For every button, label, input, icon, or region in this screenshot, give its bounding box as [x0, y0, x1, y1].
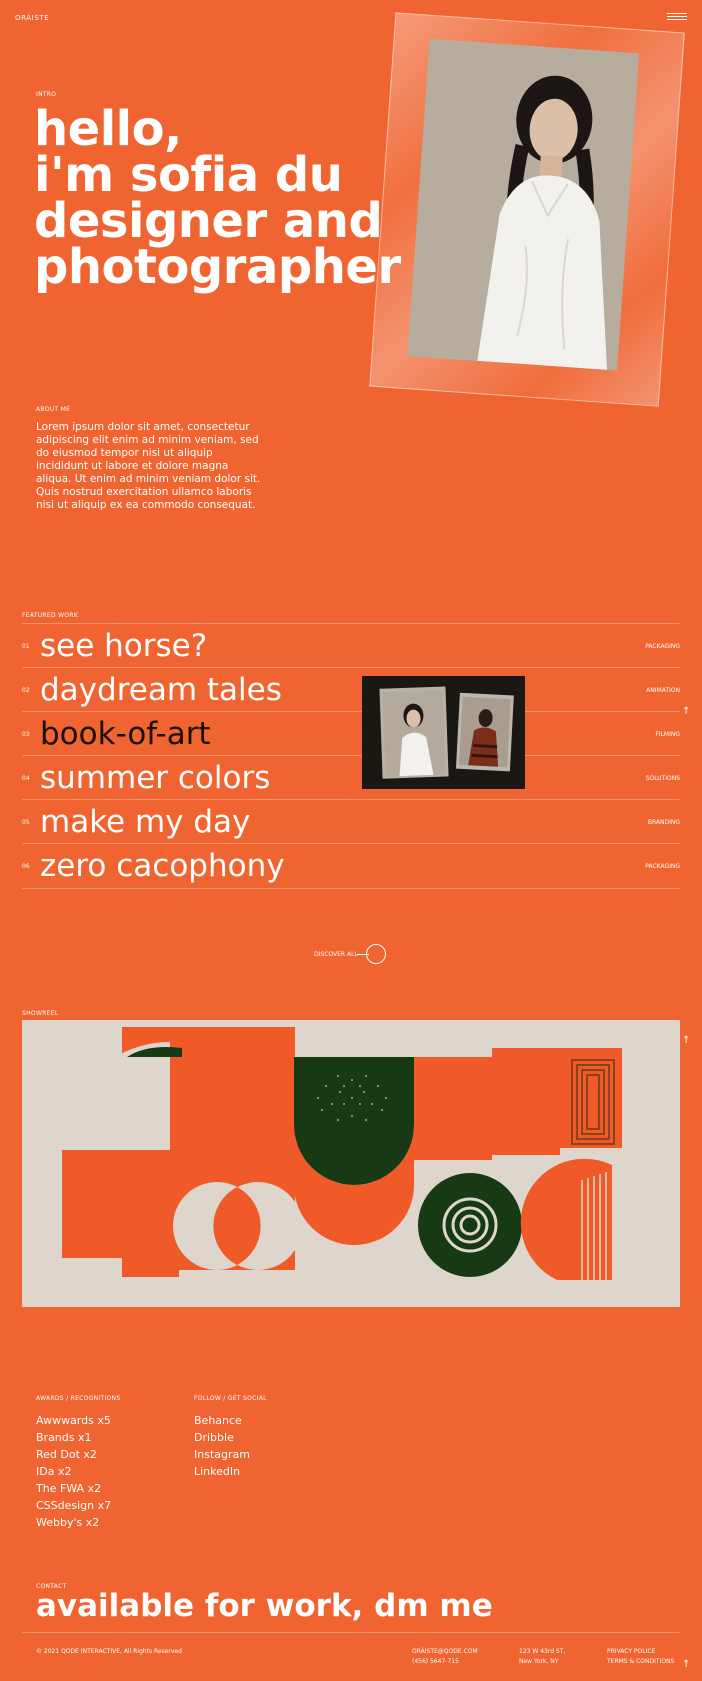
work-category: PACKAGING: [645, 643, 680, 650]
awards-label: AWARDS / RECOGNITIONS: [36, 1395, 121, 1402]
terms-link[interactable]: TERMS & CONDITIONS: [607, 1657, 674, 1667]
work-item-make-my-day[interactable]: 05 make my day BRANDING: [22, 799, 680, 843]
work-title[interactable]: see horse?: [40, 628, 207, 664]
social-link-behance[interactable]: Behance: [194, 1412, 250, 1429]
address-line: New York, NY: [519, 1658, 559, 1665]
award-item: IDa x2: [36, 1465, 72, 1478]
work-item-book-of-art[interactable]: 03 book-of-art FILMING: [22, 711, 680, 755]
award-item: Red Dot x2: [36, 1448, 97, 1461]
about-label: ABOUT ME: [36, 406, 71, 413]
work-number: 06: [22, 863, 30, 870]
work-item-daydream-tales[interactable]: 02 daydream tales ANIMATION: [22, 667, 680, 711]
discover-all-label: DISCOVER ALL: [314, 951, 358, 958]
work-category: SOLUTIONS: [645, 775, 680, 782]
intro-label: INTRO: [36, 91, 57, 98]
site-logo[interactable]: ORÁISTE: [15, 14, 49, 22]
hero-title: hello, i'm sofia du designer and photogr…: [34, 101, 434, 295]
showreel-label: SHOWREEL: [22, 1010, 59, 1017]
work-category: ANIMATION: [646, 687, 680, 694]
award-item: Webby's x2: [36, 1516, 100, 1529]
work-preview-image: [362, 676, 525, 789]
work-number: 02: [22, 687, 30, 694]
hero-title-line: designer and: [34, 193, 383, 249]
footer-address: 123 W 43rd ST, New York, NY: [519, 1647, 565, 1667]
hero-title-line: photographer: [34, 239, 401, 295]
footer-phone[interactable]: (456) 5647-715: [412, 1657, 478, 1667]
social-link-dribble[interactable]: Dribble: [194, 1429, 250, 1446]
footer-contact: ORÁISTE@QODE.COM (456) 5647-715: [412, 1647, 478, 1667]
award-item: The FWA x2: [36, 1482, 102, 1495]
discover-all-button[interactable]: DISCOVER ALL: [314, 944, 386, 964]
arrow-up-icon[interactable]: ↑: [682, 1036, 690, 1046]
menu-icon[interactable]: [667, 13, 687, 21]
hero-photo-frame: [369, 12, 685, 407]
social-link-instagram[interactable]: Instagram: [194, 1446, 250, 1463]
arrow-up-icon[interactable]: ↑: [682, 707, 690, 717]
work-title[interactable]: zero cacophony: [40, 848, 285, 884]
work-title[interactable]: make my day: [40, 804, 250, 840]
work-category: PACKAGING: [645, 863, 680, 870]
work-item-summer-colors[interactable]: 04 summer colors SOLUTIONS: [22, 755, 680, 799]
address-line: 123 W 43rd ST,: [519, 1648, 566, 1655]
hero-title-line: hello,: [34, 101, 182, 157]
portrait-photo: [407, 38, 640, 371]
contact-title[interactable]: available for work, dm me: [36, 1588, 493, 1624]
work-title[interactable]: daydream tales: [40, 672, 282, 708]
copyright: © 2021 QODE INTERACTIVE, All Rights Rese…: [36, 1648, 182, 1655]
work-title[interactable]: summer colors: [40, 760, 270, 796]
work-category: BRANDING: [647, 819, 680, 826]
privacy-link[interactable]: PRIVACY POLICE: [607, 1647, 674, 1657]
featured-work-label: FEATURED WORK: [22, 612, 79, 619]
work-number: 03: [22, 731, 30, 738]
award-item: CSSdesign x7: [36, 1499, 112, 1512]
showreel-video[interactable]: [22, 1020, 680, 1307]
divider: [22, 888, 680, 889]
work-number: 01: [22, 643, 30, 650]
hero-title-line: i'm sofia du: [34, 147, 343, 203]
arrow-up-icon[interactable]: ↑: [682, 1660, 690, 1670]
award-item: Awwwards x5: [36, 1414, 111, 1427]
work-title[interactable]: book-of-art: [40, 716, 211, 752]
about-text: Lorem ipsum dolor sit amet, consectetur …: [36, 421, 261, 511]
work-number: 05: [22, 819, 30, 826]
footer-email[interactable]: ORÁISTE@QODE.COM: [412, 1647, 478, 1657]
work-number: 04: [22, 775, 30, 782]
footer-legal: PRIVACY POLICE TERMS & CONDITIONS: [607, 1647, 674, 1667]
social-label: FOLLOW / GET SOCIAL: [194, 1395, 267, 1402]
work-category: FILMING: [655, 731, 680, 738]
work-item-see-horse[interactable]: 01 see horse? PACKAGING: [22, 623, 680, 667]
awards-list: Awwwards x5 Brands x1 Red Dot x2 IDa x2 …: [36, 1412, 111, 1531]
footer-divider: [22, 1632, 680, 1633]
circle-icon: [366, 944, 386, 964]
work-item-zero-cacophony[interactable]: 06 zero cacophony PACKAGING: [22, 843, 680, 887]
social-link-linkedin[interactable]: LinkedIn: [194, 1463, 250, 1480]
award-item: Brands x1: [36, 1431, 92, 1444]
social-list: Behance Dribble Instagram LinkedIn: [194, 1412, 250, 1480]
